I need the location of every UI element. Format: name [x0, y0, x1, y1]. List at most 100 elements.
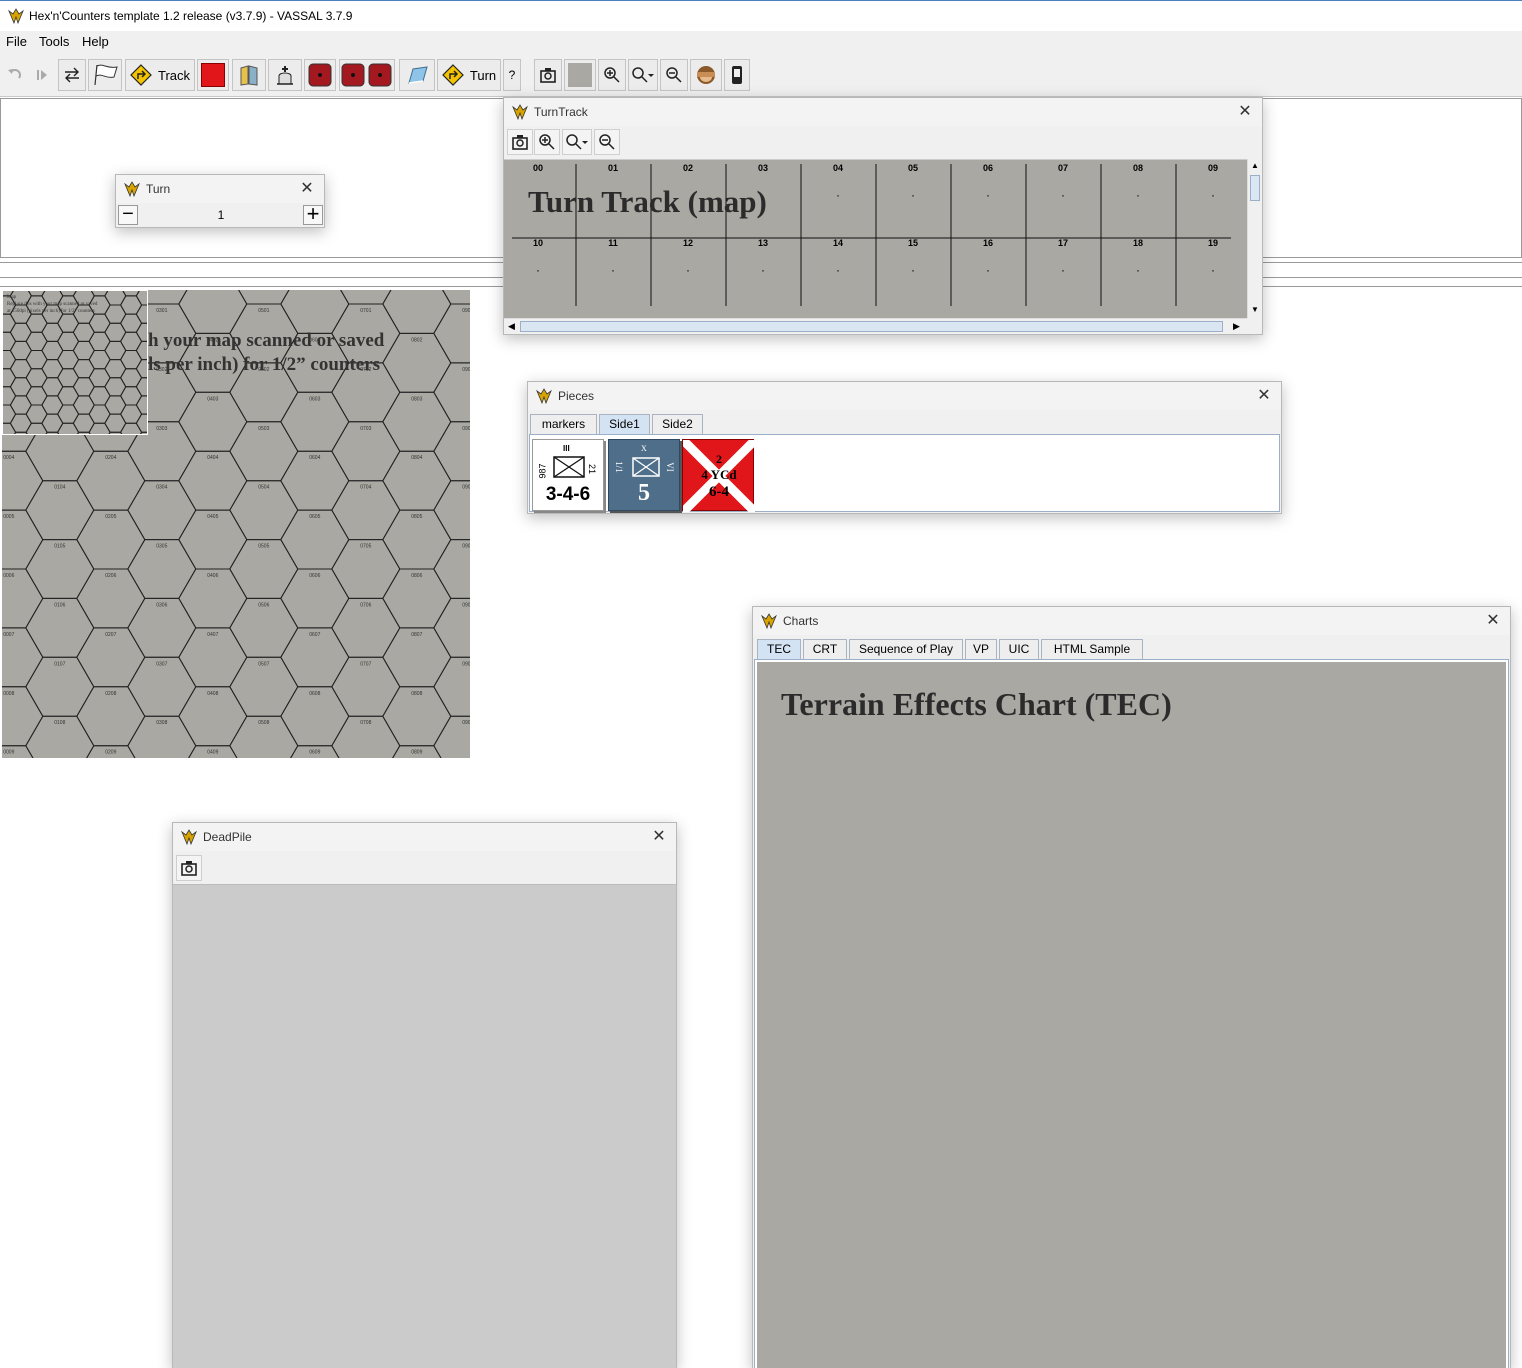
- tab-markers[interactable]: markers: [530, 414, 597, 434]
- turn-box-marker[interactable]: ·: [1211, 188, 1215, 202]
- tab-tec[interactable]: TEC: [757, 639, 801, 659]
- hex-cell: [3, 368, 17, 388]
- unit-id-right: VI: [664, 462, 675, 472]
- book-icon: [240, 65, 258, 86]
- track-button[interactable]: Track: [125, 59, 195, 91]
- tab-side1[interactable]: Side1: [599, 414, 650, 434]
- zoom-out-icon: [599, 134, 615, 150]
- decrement-button[interactable]: −: [118, 204, 138, 225]
- turn-box-marker[interactable]: ·: [1211, 263, 1215, 277]
- zoom-in-button[interactable]: [598, 59, 626, 91]
- hex-cell: [108, 431, 123, 434]
- turn-box-marker[interactable]: ·: [836, 188, 840, 202]
- scroll-left-icon[interactable]: ◀: [508, 321, 515, 332]
- two-dice-button[interactable]: [339, 59, 395, 91]
- swap-sides-button[interactable]: [58, 59, 86, 91]
- red-marker-button[interactable]: [197, 59, 229, 91]
- zoom-select-button[interactable]: [628, 59, 658, 91]
- hide-pieces-button[interactable]: [690, 59, 722, 91]
- close-icon[interactable]: ✕: [296, 178, 318, 200]
- hex-cell: [3, 331, 17, 351]
- hex-map[interactable]: 0001000200030004000500060007000800090101…: [2, 290, 470, 758]
- turntrack-map[interactable]: Turn Track (map) 00 01 02 03 04 · 05 · 06 · 07 · 08 ·…: [504, 159, 1247, 319]
- increment-button[interactable]: +: [303, 203, 323, 225]
- eraser-button[interactable]: [399, 59, 435, 91]
- unit-size-label: III: [563, 444, 570, 453]
- zoom-select-button[interactable]: [562, 129, 592, 155]
- infantry-symbol-icon: [553, 456, 585, 478]
- tec-heading: Terrain Effects Chart (TEC): [781, 686, 1172, 722]
- deadpile-window-titlebar: DeadPile ✕: [173, 823, 676, 851]
- menu-bar: File Tools Help: [0, 31, 1522, 53]
- hex-cell: [41, 340, 64, 361]
- map-overview[interactable]: Map Replace this with your map scanned o…: [2, 290, 148, 435]
- grave-icon: [277, 66, 293, 85]
- screenshot-button[interactable]: [534, 59, 562, 91]
- menu-file[interactable]: File: [6, 34, 27, 49]
- step-forward-button[interactable]: [31, 59, 53, 91]
- close-icon[interactable]: ✕: [648, 826, 670, 848]
- zoom-in-button[interactable]: [534, 129, 560, 155]
- counter-piece[interactable]: 2 4 YCd 6-4: [682, 439, 755, 512]
- menu-help[interactable]: Help: [82, 34, 109, 49]
- turn-box-marker[interactable]: ·: [536, 263, 540, 277]
- turn-box-marker[interactable]: ·: [1136, 188, 1140, 202]
- notes-button[interactable]: [232, 59, 266, 91]
- turn-button[interactable]: Turn: [437, 59, 501, 91]
- turn-box-marker[interactable]: ·: [1136, 263, 1140, 277]
- deadpile-map[interactable]: [173, 884, 676, 1368]
- hex-coordinate-label: 0704: [360, 485, 371, 491]
- close-icon[interactable]: ✕: [1482, 610, 1504, 632]
- tab-crt[interactable]: CRT: [803, 639, 847, 659]
- turn-box-marker[interactable]: ·: [686, 263, 690, 277]
- menu-tools[interactable]: Tools: [39, 34, 69, 49]
- zoom-out-button[interactable]: [594, 129, 620, 155]
- die-roll-button[interactable]: [304, 59, 336, 91]
- tab-uic[interactable]: UIC: [999, 639, 1039, 659]
- graveyard-button[interactable]: [268, 59, 302, 91]
- help-button[interactable]: ?: [503, 59, 521, 91]
- close-icon[interactable]: ✕: [1253, 385, 1275, 407]
- turn-box-number: 12: [682, 238, 693, 248]
- inventory-button[interactable]: [724, 59, 750, 91]
- turn-window: Turn ✕ − 1 +: [115, 174, 325, 228]
- horizontal-scroll-thumb[interactable]: [520, 321, 1223, 332]
- tab-side2[interactable]: Side2: [652, 414, 703, 434]
- vertical-scrollbar[interactable]: ▲ ▼: [1247, 159, 1262, 318]
- flag-button[interactable]: [88, 59, 122, 91]
- turn-box-marker[interactable]: ·: [1061, 263, 1065, 277]
- tab-html-sample[interactable]: HTML Sample: [1041, 639, 1143, 659]
- scroll-up-icon[interactable]: ▲: [1251, 161, 1259, 170]
- horizontal-scrollbar[interactable]: ◀ ▶: [504, 318, 1247, 334]
- turn-box-marker[interactable]: ·: [986, 263, 990, 277]
- zoom-out-button[interactable]: [660, 59, 688, 91]
- hex-cell: [14, 431, 28, 434]
- screenshot-button[interactable]: [176, 855, 202, 881]
- mat-color-button[interactable]: [564, 59, 596, 91]
- zoom-in-icon: [604, 67, 620, 83]
- turn-box-marker[interactable]: ·: [911, 188, 915, 202]
- counter-piece[interactable]: III 987 21 3-4-6: [532, 439, 604, 511]
- counter-piece[interactable]: X 1/1 VI 5: [608, 439, 680, 511]
- hex-coordinate-label: 0108: [54, 720, 65, 726]
- undo-button[interactable]: [4, 59, 26, 91]
- close-icon[interactable]: ✕: [1234, 101, 1256, 123]
- turn-box-marker[interactable]: ·: [986, 188, 990, 202]
- tab-sequence-of-play[interactable]: Sequence of Play: [849, 639, 963, 659]
- scroll-down-icon[interactable]: ▼: [1251, 305, 1259, 314]
- turn-box-marker[interactable]: ·: [911, 263, 915, 277]
- screenshot-button[interactable]: [507, 129, 533, 155]
- turn-box-marker[interactable]: ·: [1061, 188, 1065, 202]
- turn-box-marker[interactable]: ·: [611, 263, 615, 277]
- tab-vp[interactable]: VP: [965, 639, 997, 659]
- turn-box-marker[interactable]: ·: [761, 263, 765, 277]
- hex-cell: [41, 413, 64, 433]
- hex-cell: [135, 304, 147, 324]
- scroll-right-icon[interactable]: ▶: [1233, 321, 1240, 332]
- eraser-icon: [408, 66, 428, 84]
- hex-coordinate-label: 0008: [3, 691, 14, 697]
- vertical-scroll-thumb[interactable]: [1250, 175, 1260, 201]
- hex-coordinate-label: 0004: [3, 455, 14, 461]
- turn-box-marker[interactable]: ·: [836, 263, 840, 277]
- hex-coordinate-label: 0506: [258, 602, 269, 608]
